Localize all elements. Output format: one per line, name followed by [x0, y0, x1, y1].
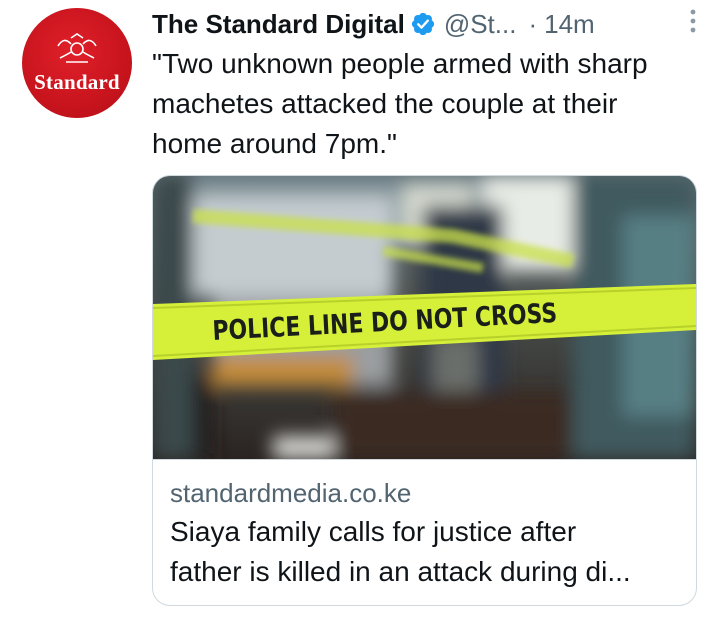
avatar-brand-text: Standard: [34, 70, 120, 94]
card-divider: [153, 459, 696, 460]
card-domain[interactable]: standardmedia.co.ke: [170, 478, 411, 509]
card-title[interactable]: Siaya family calls for justice after fat…: [170, 512, 680, 592]
handle[interactable]: @St...: [444, 9, 517, 40]
more-vertical-icon[interactable]: [688, 8, 698, 34]
card-image[interactable]: POLICE LINE DO NOT CROSS: [153, 176, 696, 459]
timestamp[interactable]: 14m: [544, 9, 595, 40]
avatar[interactable]: Standard: [22, 8, 132, 118]
tweet[interactable]: Standard The Standard Digital @St... · 1…: [0, 0, 706, 626]
card-title-line: Siaya family calls for justice after: [170, 516, 577, 547]
crime-scene-photo: POLICE LINE DO NOT CROSS: [153, 176, 696, 459]
display-name[interactable]: The Standard Digital: [152, 9, 405, 40]
tweet-text: "Two unknown people armed with sharp mac…: [152, 48, 648, 159]
card-title-line: father is killed in an attack during di.…: [170, 556, 631, 587]
separator-dot: ·: [528, 8, 538, 39]
link-card[interactable]: POLICE LINE DO NOT CROSS standardmedia.c…: [152, 175, 697, 606]
crest-icon: [57, 33, 97, 63]
tweet-header: The Standard Digital @St... · 14m: [152, 4, 692, 44]
verified-badge-icon: [411, 12, 434, 36]
